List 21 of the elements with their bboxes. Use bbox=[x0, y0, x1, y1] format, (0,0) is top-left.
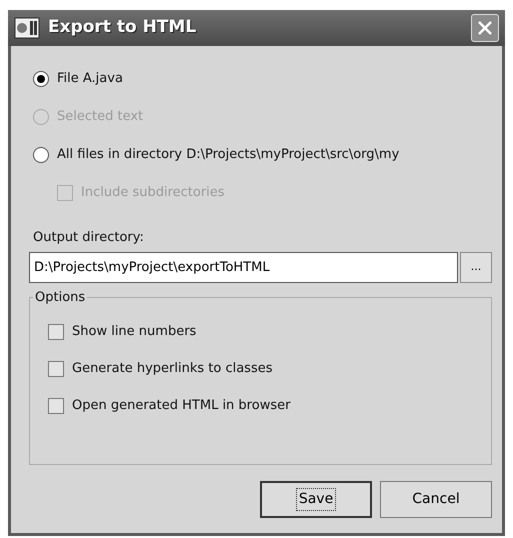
checkbox-label: Show line numbers bbox=[72, 323, 196, 342]
app-icon bbox=[14, 17, 40, 39]
checkbox-label: Open generated HTML in browser bbox=[72, 397, 290, 416]
browse-button[interactable]: ... bbox=[460, 252, 492, 282]
radio-button[interactable] bbox=[33, 71, 49, 87]
checkbox[interactable] bbox=[48, 398, 64, 414]
output-directory-label: Output directory: bbox=[33, 229, 145, 247]
checkbox-label: Include subdirectories bbox=[81, 184, 225, 202]
close-button[interactable] bbox=[471, 14, 499, 42]
checkbox[interactable] bbox=[48, 324, 64, 340]
radio-label: All files in directory D:\Projects\myProject\src\org\my bbox=[57, 146, 400, 164]
radio-label: Selected text bbox=[57, 108, 144, 126]
window-title: Export to HTML bbox=[48, 16, 196, 40]
cancel-button[interactable]: Cancel bbox=[380, 480, 492, 518]
output-directory-field[interactable]: D:\Projects\myProject\exportToHTML bbox=[29, 252, 458, 282]
close-icon bbox=[477, 20, 493, 36]
checkbox[interactable] bbox=[48, 361, 64, 377]
checkbox-label: Generate hyperlinks to classes bbox=[72, 360, 272, 378]
save-button[interactable]: Save bbox=[260, 480, 372, 518]
radio-label: File A.java bbox=[57, 70, 123, 88]
radio-button[interactable] bbox=[33, 147, 49, 163]
